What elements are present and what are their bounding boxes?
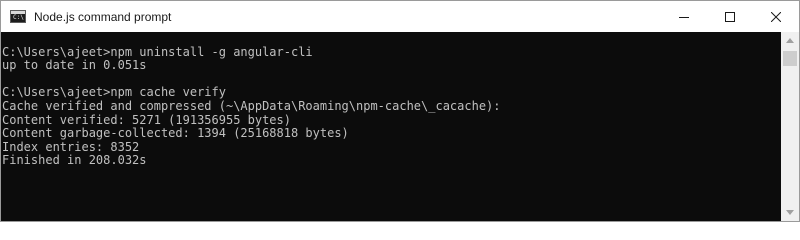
console-line: Content verified: 5271 (191356955 bytes) — [2, 112, 291, 127]
console-output[interactable]: C:\Users\ajeet>npm uninstall -g angular-… — [1, 32, 781, 221]
close-icon — [771, 11, 781, 22]
console-line: Content garbage-collected: 1394 (2516881… — [2, 126, 349, 141]
console-line: Index entries: 8352 — [2, 139, 140, 154]
minimize-icon — [679, 16, 689, 18]
console-line: C:\Users\ajeet>npm cache verify — [2, 85, 226, 100]
chevron-up-icon — [786, 38, 794, 43]
window-title: Node.js command prompt — [34, 9, 172, 24]
minimize-button[interactable] — [661, 1, 707, 32]
maximize-icon — [725, 11, 735, 22]
close-button[interactable] — [753, 1, 799, 32]
window-controls — [661, 1, 799, 32]
title-bar[interactable]: C:\ Node.js command prompt — [1, 1, 799, 32]
console-icon: C:\ — [10, 10, 26, 23]
console-line: Finished in 208.032s — [2, 153, 147, 168]
console-line: Cache verified and compressed (~\AppData… — [2, 98, 501, 113]
maximize-button[interactable] — [707, 1, 753, 32]
console-window: C:\ Node.js command prompt C:\Users\ajee… — [0, 0, 800, 222]
console-line: C:\Users\ajeet>npm uninstall -g angular-… — [2, 44, 313, 59]
chevron-down-icon — [786, 210, 794, 215]
console-line: up to date in 0.051s — [2, 58, 147, 73]
scroll-up-button[interactable] — [781, 32, 799, 49]
vertical-scrollbar[interactable] — [781, 32, 799, 221]
scroll-down-button[interactable] — [781, 204, 799, 221]
scrollbar-thumb[interactable] — [783, 51, 797, 66]
